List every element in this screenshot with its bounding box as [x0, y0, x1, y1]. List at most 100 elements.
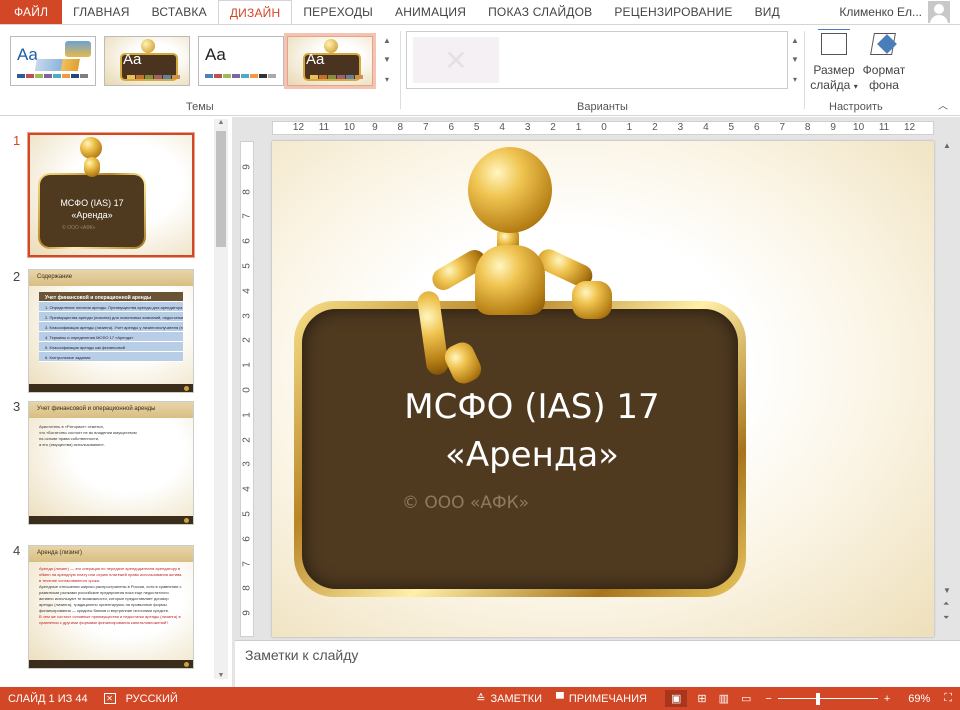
previous-slide-icon[interactable]: ⏶	[943, 599, 949, 609]
thumb-figure-body-icon	[84, 157, 100, 177]
notes-icon: ≙	[476, 693, 486, 705]
zoom-out-button[interactable]: −	[765, 693, 771, 705]
ruler-tick-label: 4	[499, 122, 505, 133]
tab-file[interactable]: ФАЙЛ	[0, 0, 63, 24]
thumbnail-slide-2[interactable]: Содержание Учет финансовой и операционно…	[28, 269, 194, 393]
ruler-tick-label: 5	[241, 511, 253, 517]
normal-view-button[interactable]: ▣	[664, 690, 688, 707]
gallery-up-icon[interactable]: ▲	[789, 31, 801, 50]
thumb-footer	[29, 516, 193, 524]
ruler-tick-label: 4	[703, 122, 709, 133]
slide-size-button[interactable]: Размер слайда ▾	[810, 29, 858, 94]
theme-swatches	[17, 74, 88, 78]
slide-size-label-2: слайда	[810, 78, 851, 92]
format-background-label-2: фона	[869, 78, 899, 92]
thumb-table-row: 2. Преимущества аренды (лизинга) для лиз…	[39, 312, 183, 322]
next-slide-icon[interactable]: ⏷	[943, 613, 949, 623]
thumb-table-row: 5. Классификация аренды как финансовой	[39, 342, 183, 352]
format-background-icon	[868, 29, 900, 59]
notes-toggle-button[interactable]: ≙ ЗАМЕТКИ	[476, 692, 542, 706]
gallery-more-icon[interactable]: ▾	[381, 70, 393, 89]
slide-counter[interactable]: СЛАЙД 1 ИЗ 44	[8, 693, 88, 705]
slide-canvas[interactable]: МСФО (IAS) 17 «Аренда» © ООО «АФК»	[272, 141, 934, 637]
reading-view-icon: ▥	[718, 693, 729, 705]
reading-view-button[interactable]: ▥	[719, 692, 729, 705]
zoom-in-button[interactable]: +	[884, 693, 890, 705]
slide-sorter-button[interactable]: ⊞	[697, 692, 706, 705]
tab-insert[interactable]: ВСТАВКА	[141, 0, 218, 24]
ruler-tick-label: 7	[422, 122, 429, 133]
thumbnail-slide-4[interactable]: Аренда (лизинг) Аренда (лизинг) — это оп…	[28, 545, 194, 669]
chevron-down-icon: ▾	[853, 82, 858, 91]
theme-aa-label: Aa	[306, 51, 325, 68]
thumb-footer	[29, 660, 193, 668]
group-label-themes: Темы	[186, 101, 214, 113]
thumb-header: Содержание	[29, 270, 193, 286]
slide-size-icon	[818, 29, 850, 59]
tab-slideshow[interactable]: ПОКАЗ СЛАЙДОВ	[477, 0, 603, 24]
thumb-text-red: В чем же состоят основные преимущества и…	[39, 614, 181, 625]
zoom-level[interactable]: 69%	[908, 693, 930, 705]
group-label-customize: Настроить	[829, 101, 883, 113]
thumbnails-scrollbar[interactable]: ▲ ▼	[214, 119, 228, 679]
spellcheck-icon[interactable]: ✕	[103, 693, 116, 704]
gallery-down-icon[interactable]: ▼	[381, 50, 393, 69]
ruler-tick-label: 0	[241, 387, 253, 393]
thumb-text-line: а его (имущества) использовании».	[39, 442, 105, 447]
slideshow-button[interactable]: ▭	[741, 692, 751, 705]
format-background-button[interactable]: Формат фона	[860, 29, 908, 93]
scroll-up-icon[interactable]: ▲	[943, 141, 951, 150]
slide-title[interactable]: МСФО (IAS) 17 «Аренда»	[332, 383, 732, 479]
ruler-tick-label: 9	[830, 122, 836, 133]
notes-pane[interactable]: Заметки к слайду	[235, 640, 960, 687]
user-account[interactable]: Клименко Ел...	[839, 0, 960, 24]
zoom-slider[interactable]	[777, 692, 878, 705]
tab-animations[interactable]: АНИМАЦИЯ	[384, 0, 477, 24]
ruler-tick-label: 7	[241, 213, 253, 220]
horizontal-ruler[interactable]: 12 11 10 9 8 7 6 5 4 3 2 1 0 1 2 3 4 5 6 7 8 9 10 11 12	[272, 121, 934, 135]
scroll-down-icon[interactable]: ▼	[943, 586, 951, 595]
tab-view[interactable]: ВИД	[744, 0, 791, 24]
theme-gold-1[interactable]: Aa	[104, 36, 190, 86]
figure-torso-icon	[475, 245, 545, 315]
ruler-tick-label: 8	[241, 188, 253, 195]
ruler-tick-label: 6	[753, 122, 760, 133]
ribbon: Aa Aa Aa Aa ▲ ▼ ▾ Темы ✕ ▲ ▼ ▾ Варианты	[0, 24, 960, 116]
tab-transitions[interactable]: ПЕРЕХОДЫ	[292, 0, 384, 24]
thumb-header: Учет финансовой и операционной аренды	[29, 402, 193, 418]
vertical-ruler[interactable]: 9 8 7 6 5 4 3 2 1 0 1 2 3 4 5 6 7 8 9	[240, 141, 254, 637]
theme-gold-selected[interactable]: Aa	[284, 33, 376, 89]
gallery-down-icon[interactable]: ▼	[789, 50, 801, 69]
tab-design[interactable]: ДИЗАЙН	[217, 0, 293, 25]
theme-plain[interactable]: Aa	[198, 36, 284, 86]
editor-scrollbar[interactable]: ▲ ▼ ⏶ ⏷	[940, 139, 958, 635]
ruler-tick-label: 1	[575, 122, 582, 133]
tab-review[interactable]: РЕЦЕНЗИРОВАНИЕ	[603, 0, 743, 24]
ruler-tick-label: 9	[372, 122, 378, 133]
slide-copyright[interactable]: © ООО «АФК»	[402, 493, 529, 513]
thumbnail-slide-1[interactable]: МСФО (IAS) 17 «Аренда» © ООО «АФК»	[27, 132, 195, 258]
status-bar: СЛАЙД 1 ИЗ 44 ✕ РУССКИЙ ≙ ЗАМЕТКИ ▀ ПРИМ…	[0, 687, 960, 710]
scrollbar-thumb[interactable]	[216, 131, 226, 247]
scroll-down-icon[interactable]: ▼	[214, 672, 228, 679]
comments-label: ПРИМЕЧАНИЯ	[568, 692, 647, 705]
fit-slide-button[interactable]: ⛶	[944, 692, 952, 705]
variant-empty-icon[interactable]: ✕	[413, 37, 499, 83]
thumbnail-slide-3[interactable]: Учет финансовой и операционной аренды Ар…	[28, 401, 194, 525]
collapse-ribbon-icon[interactable]: ︿	[938, 97, 948, 112]
gallery-up-icon[interactable]: ▲	[381, 31, 393, 50]
theme-office[interactable]: Aa	[10, 36, 96, 86]
language-indicator[interactable]: РУССКИЙ	[126, 693, 178, 705]
tab-home[interactable]: ГЛАВНАЯ	[62, 0, 140, 24]
ruler-tick-label: 7	[241, 560, 253, 567]
slide-sorter-icon: ⊞	[697, 693, 707, 705]
theme-swatches	[310, 75, 363, 79]
theme-figure-icon	[324, 39, 338, 53]
gallery-more-icon[interactable]: ▾	[789, 70, 801, 89]
normal-view-icon: ▣	[670, 693, 682, 705]
scroll-up-icon[interactable]: ▲	[214, 119, 228, 126]
comments-toggle-button[interactable]: ▀ ПРИМЕЧАНИЯ	[556, 693, 647, 705]
ruler-tick-label: 5	[473, 122, 480, 133]
workspace: 1 МСФО (IAS) 17 «Аренда» © ООО «АФК» 2 С…	[0, 117, 960, 687]
thumb-table-row: 3. Классификация аренды (лизинга). Учет …	[39, 322, 183, 332]
